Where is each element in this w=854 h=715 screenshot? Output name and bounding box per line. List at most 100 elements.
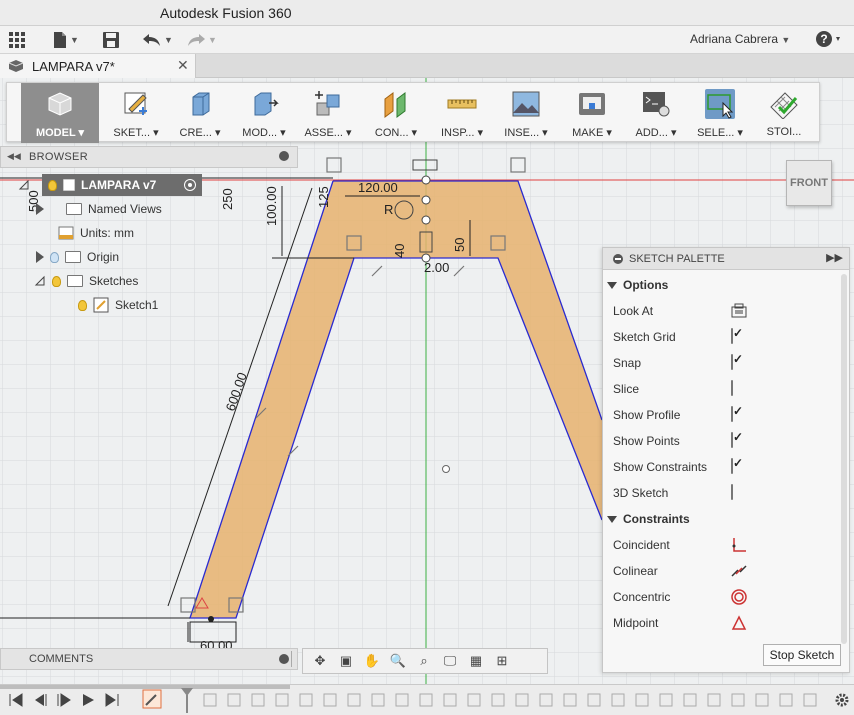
stop-sketch-button[interactable]: Stop Sketch <box>763 644 841 666</box>
visibility-bulb-icon[interactable] <box>78 299 87 311</box>
make-menu-button[interactable]: MAKE ▾ <box>563 83 621 143</box>
option-slice[interactable]: Slice <box>613 378 839 400</box>
play-icon[interactable] <box>80 692 96 708</box>
option-sketch-grid[interactable]: Sketch Grid <box>613 326 839 348</box>
sketch-menu-button[interactable]: SKET... ▾ <box>107 83 165 143</box>
help-button[interactable]: ? <box>814 29 844 52</box>
go-to-start-icon[interactable] <box>8 692 24 708</box>
option-3d-sketch[interactable]: 3D Sketch <box>613 482 839 504</box>
collapse-palette-icon[interactable] <box>613 254 623 264</box>
palette-scrollbar[interactable] <box>841 274 847 644</box>
dimension-50[interactable]: 50 <box>452 238 467 252</box>
dimension-2[interactable]: 2.00 <box>424 260 449 275</box>
activate-radio-icon[interactable] <box>184 179 196 191</box>
browser-root-item[interactable]: LAMPARA v7 <box>42 174 202 196</box>
inspect-menu-button[interactable]: INSP... ▾ <box>433 83 491 143</box>
tree-item-sketch1[interactable]: Sketch1 <box>78 294 158 316</box>
timeline-settings-gear-icon[interactable] <box>834 692 850 708</box>
document-tab[interactable]: LAMPARA v7* ✕ <box>0 54 196 78</box>
slice-checkbox[interactable] <box>731 380 733 396</box>
option-snap[interactable]: Snap <box>613 352 839 374</box>
option-show-constraints[interactable]: Show Constraints <box>613 456 839 478</box>
expanded-triangle-icon[interactable] <box>34 275 46 287</box>
close-icon[interactable]: ✕ <box>177 57 189 74</box>
dimension-radius[interactable]: R <box>384 202 393 217</box>
construct-menu-button[interactable]: CON... ▾ <box>367 83 425 143</box>
grid-settings-icon[interactable]: ▦ <box>465 651 487 671</box>
tree-item-origin[interactable]: Origin <box>36 246 119 268</box>
add-comment-icon[interactable] <box>279 654 289 664</box>
undo-button[interactable]: ▼ <box>142 29 173 51</box>
option-look-at[interactable]: Look At <box>613 300 839 322</box>
dimension-125[interactable]: 125 <box>316 186 331 208</box>
assemble-menu-button[interactable]: ASSE... ▾ <box>299 83 357 143</box>
view-cube[interactable]: FRONT <box>786 160 832 206</box>
dimension-250[interactable]: 250 <box>220 188 235 210</box>
panel-pin-icon[interactable] <box>279 151 289 161</box>
constraint-concentric[interactable]: Concentric <box>613 586 839 608</box>
tree-item-named-views[interactable]: Named Views <box>36 198 162 220</box>
display-settings-icon[interactable]: 🖵 <box>439 651 461 671</box>
visibility-bulb-icon[interactable] <box>50 251 59 263</box>
sketch-feature-icon[interactable] <box>142 689 162 709</box>
orbit-icon[interactable]: ✥ <box>309 651 331 671</box>
constraint-colinear[interactable]: Colinear <box>613 560 839 582</box>
browser-panel-header[interactable]: ◀◀ BROWSER <box>0 146 298 168</box>
show-points-checkbox[interactable] <box>731 432 733 448</box>
modify-menu-button[interactable]: MOD... ▾ <box>235 83 293 143</box>
show-profile-checkbox[interactable] <box>731 406 733 422</box>
redo-button[interactable]: ▼ <box>186 29 217 51</box>
sketch-point[interactable] <box>442 465 450 473</box>
coincident-icon[interactable] <box>731 537 747 553</box>
look-at-icon[interactable] <box>731 303 747 319</box>
user-menu[interactable]: Adriana Cabrera ▼ <box>690 32 790 46</box>
constraints-section-header[interactable]: Constraints <box>607 512 690 526</box>
dimension-100[interactable]: 100.00 <box>264 186 279 226</box>
zoom-icon[interactable]: 🔍 <box>387 651 409 671</box>
3d-sketch-checkbox[interactable] <box>731 484 733 500</box>
dimension-40[interactable]: 40 <box>392 244 407 258</box>
option-show-points[interactable]: Show Points <box>613 430 839 452</box>
concentric-icon[interactable] <box>731 589 747 605</box>
tree-toggle[interactable] <box>18 174 30 196</box>
create-menu-button[interactable]: CRE... ▾ <box>171 83 229 143</box>
look-at-icon[interactable]: ▣ <box>335 651 357 671</box>
show-constraints-checkbox[interactable] <box>731 458 733 474</box>
stop-sketch-toolbar-button[interactable]: STOI... <box>755 83 813 143</box>
workspace-model-button[interactable]: MODEL ▾ <box>21 83 99 143</box>
file-menu-button[interactable]: ▼ <box>52 29 79 51</box>
timeline-marker-icon[interactable] <box>180 687 194 713</box>
sketch-palette-header[interactable]: SKETCH PALETTE ▶▶ <box>603 248 849 270</box>
visibility-bulb-icon[interactable] <box>52 275 61 287</box>
zoom-window-icon[interactable]: ⌕ <box>413 651 435 671</box>
sketch-grid-checkbox[interactable] <box>731 328 733 344</box>
sketch-point[interactable] <box>208 616 214 622</box>
tree-item-sketches[interactable]: Sketches <box>34 270 138 292</box>
save-icon[interactable] <box>102 29 120 51</box>
grid-icon[interactable] <box>8 29 26 51</box>
constraint-midpoint[interactable]: Midpoint <box>613 612 839 634</box>
expand-icon[interactable]: ▶▶ <box>826 251 843 264</box>
options-section-header[interactable]: Options <box>607 278 668 292</box>
addins-menu-button[interactable]: ADD... ▾ <box>627 83 685 143</box>
dimension-120[interactable]: 120.00 <box>358 180 398 195</box>
tree-item-units[interactable]: Units: mm <box>58 222 134 244</box>
comments-panel-header[interactable]: COMMENTS <box>0 648 298 670</box>
collapsed-triangle-icon[interactable] <box>36 251 44 263</box>
visibility-bulb-icon[interactable] <box>48 179 57 191</box>
pan-icon[interactable]: ✋ <box>361 651 383 671</box>
timeline-features[interactable] <box>200 692 840 708</box>
collapse-icon[interactable]: ◀◀ <box>7 151 21 162</box>
midpoint-icon[interactable] <box>731 615 747 631</box>
option-show-profile[interactable]: Show Profile <box>613 404 839 426</box>
step-back-icon[interactable] <box>32 692 48 708</box>
colinear-icon[interactable] <box>731 563 747 579</box>
viewports-icon[interactable]: ⊞ <box>491 651 513 671</box>
collapsed-triangle-icon[interactable] <box>36 203 44 215</box>
go-to-end-icon[interactable] <box>104 692 120 708</box>
play-reverse-icon[interactable] <box>56 692 72 708</box>
select-menu-button[interactable]: SELE... ▾ <box>691 83 749 143</box>
snap-checkbox[interactable] <box>731 354 733 370</box>
insert-menu-button[interactable]: INSE... ▾ <box>497 83 555 143</box>
constraint-coincident[interactable]: Coincident <box>613 534 839 556</box>
